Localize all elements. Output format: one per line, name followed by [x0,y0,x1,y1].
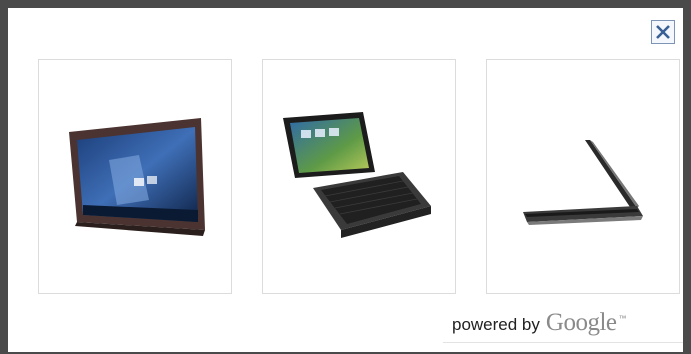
product-thumbnail-3[interactable] [486,59,680,294]
powered-by-label: powered by [452,315,540,334]
product-thumbnail-2[interactable] [262,59,456,294]
divider [443,342,683,343]
close-icon [656,25,670,39]
trademark-mark: ™ [618,313,627,323]
google-brand-text: Google [545,309,617,336]
tablet-image [69,118,205,236]
google-logo[interactable]: Google ™ [545,309,627,337]
tablet-side-image [523,140,643,225]
close-button[interactable] [651,20,675,44]
attribution: powered by Google ™ [452,309,626,337]
tablet-dock-image [283,112,431,238]
product-thumbnail-1[interactable] [38,59,232,294]
